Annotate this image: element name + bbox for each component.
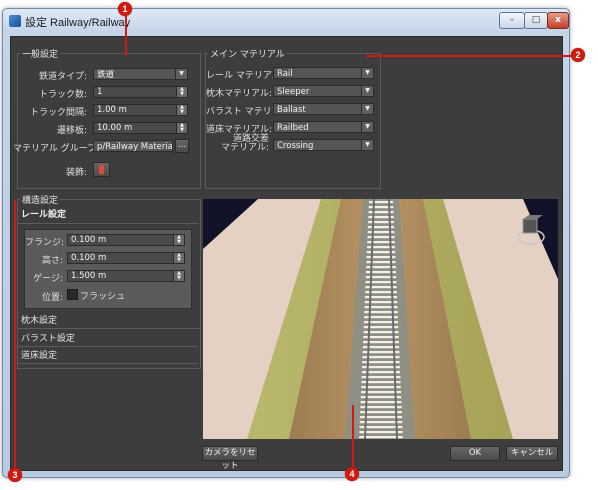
track-preview-image	[203, 199, 558, 439]
spinner-arrows-icon[interactable]: ▲ ▼	[173, 271, 184, 281]
transition-label: 遷移板:	[56, 126, 87, 136]
spinner-arrows-icon[interactable]: ▲ ▼	[173, 253, 184, 263]
track-count-spinner[interactable]: 1 ▲ ▼	[93, 86, 188, 98]
rail-material-dropdown[interactable]: Rail ▼	[273, 67, 374, 79]
ballast-material-dropdown[interactable]: Ballast ▼	[273, 103, 374, 115]
callout-1-line	[125, 16, 127, 56]
callout-3-marker: 3	[8, 468, 22, 482]
chevron-down-icon: ▼	[361, 68, 373, 78]
spinner-arrows-icon[interactable]: ▲ ▼	[176, 105, 187, 115]
callout-3-line	[14, 200, 16, 468]
height-spinner[interactable]: 0.100 m ▲ ▼	[67, 252, 185, 264]
structure-rollouts: レール設定 フランジ: 0.100 m ▲ ▼ 高さ: 0.100 m ▲ ▼ ゲージ:…	[18, 207, 200, 329]
rail-material-label: レール マテリアル:	[206, 71, 284, 81]
material-group-label: マテリアル グループ:	[13, 144, 100, 154]
track-count-label: トラック数:	[38, 90, 87, 100]
browse-button[interactable]: ...	[175, 139, 189, 153]
crossing-material-dropdown[interactable]: Crossing ▼	[273, 139, 374, 151]
app-icon	[9, 15, 21, 27]
chevron-down-icon: ▼	[175, 69, 187, 79]
decoration-button[interactable]	[93, 162, 110, 177]
main-materials-title: メイン マテリアル	[208, 47, 287, 60]
bed-settings-rollout[interactable]: 道床設定	[18, 348, 198, 364]
transition-spinner[interactable]: 10.00 m ▲ ▼	[93, 122, 188, 134]
gauge-spinner[interactable]: 1.500 m ▲ ▼	[67, 270, 185, 282]
spinner-arrows-icon[interactable]: ▲ ▼	[176, 123, 187, 133]
gauge-label: ゲージ:	[33, 274, 63, 284]
chevron-down-icon: ▼	[361, 86, 373, 96]
reset-camera-button[interactable]: カメラをリセット	[202, 446, 258, 471]
flange-label: フランジ:	[25, 238, 65, 248]
crossing-material-label: 道路交差 マテリアル:	[221, 134, 269, 153]
callout-4-marker: 4	[345, 467, 359, 481]
bed-material-dropdown[interactable]: Railbed ▼	[273, 121, 374, 133]
callout-4-line	[352, 405, 354, 467]
ballast-material-label: バラスト マテリアル:	[206, 107, 293, 117]
title-bar[interactable]: 設定 Railway/Railway – □ x	[3, 9, 569, 35]
spinner-arrows-icon[interactable]: ▲ ▼	[173, 235, 184, 245]
callout-2-line	[367, 55, 571, 57]
flange-spinner[interactable]: 0.100 m ▲ ▼	[67, 234, 185, 246]
chevron-down-icon: ▼	[361, 122, 373, 132]
decoration-icon	[99, 165, 104, 174]
dialog-body: 一般設定 鉄道タイプ: 鉄道 ▼ トラック数: 1 ▲ ▼ トラック間隔: 1.00 …	[10, 36, 563, 471]
maximize-button[interactable]: □	[524, 12, 548, 29]
rail-settings-rollout[interactable]: レール設定	[18, 207, 198, 224]
sleeper-settings-rollout[interactable]: 枕木設定	[18, 313, 200, 329]
track-spacing-spinner[interactable]: 1.00 m ▲ ▼	[93, 104, 188, 116]
flush-checkbox[interactable]	[67, 289, 78, 300]
cancel-button[interactable]: キャンセル	[506, 446, 558, 461]
sleeper-material-label: 枕木マテリアル:	[206, 89, 272, 99]
general-settings-title: 一般設定	[20, 47, 61, 60]
track-preview-viewport[interactable]	[203, 199, 558, 439]
window-title: 設定 Railway/Railway	[25, 17, 131, 29]
flush-label: フラッシュ	[80, 292, 126, 302]
chevron-down-icon: ▼	[361, 104, 373, 114]
track-spacing-label: トラック間隔:	[29, 108, 87, 118]
ok-button[interactable]: OK	[450, 446, 500, 461]
ballast-settings-rollout[interactable]: バラスト設定	[18, 331, 198, 347]
height-label: 高さ:	[41, 256, 63, 266]
spinner-arrows-icon[interactable]: ▲ ▼	[176, 87, 187, 97]
decoration-label: 装飾:	[65, 168, 87, 178]
callout-1-marker: 1	[118, 2, 132, 16]
callout-2-marker: 2	[571, 48, 585, 62]
rail-settings-panel: フランジ: 0.100 m ▲ ▼ 高さ: 0.100 m ▲ ▼ ゲージ: 1.500…	[24, 229, 192, 309]
rail-type-dropdown[interactable]: 鉄道 ▼	[93, 68, 188, 80]
rail-type-label: 鉄道タイプ:	[38, 72, 87, 82]
sleeper-material-dropdown[interactable]: Sleeper ▼	[273, 85, 374, 97]
structure-settings-title: 構造設定	[20, 193, 61, 206]
material-group-field[interactable]: p/Railway Materials	[93, 140, 173, 152]
settings-dialog: 設定 Railway/Railway – □ x 一般設定 鉄道タイプ: 鉄道 ▼…	[2, 8, 570, 478]
close-button[interactable]: x	[547, 12, 569, 29]
minimize-button[interactable]: –	[499, 12, 525, 29]
position-label: 位置:	[41, 293, 63, 303]
chevron-down-icon: ▼	[361, 140, 373, 150]
